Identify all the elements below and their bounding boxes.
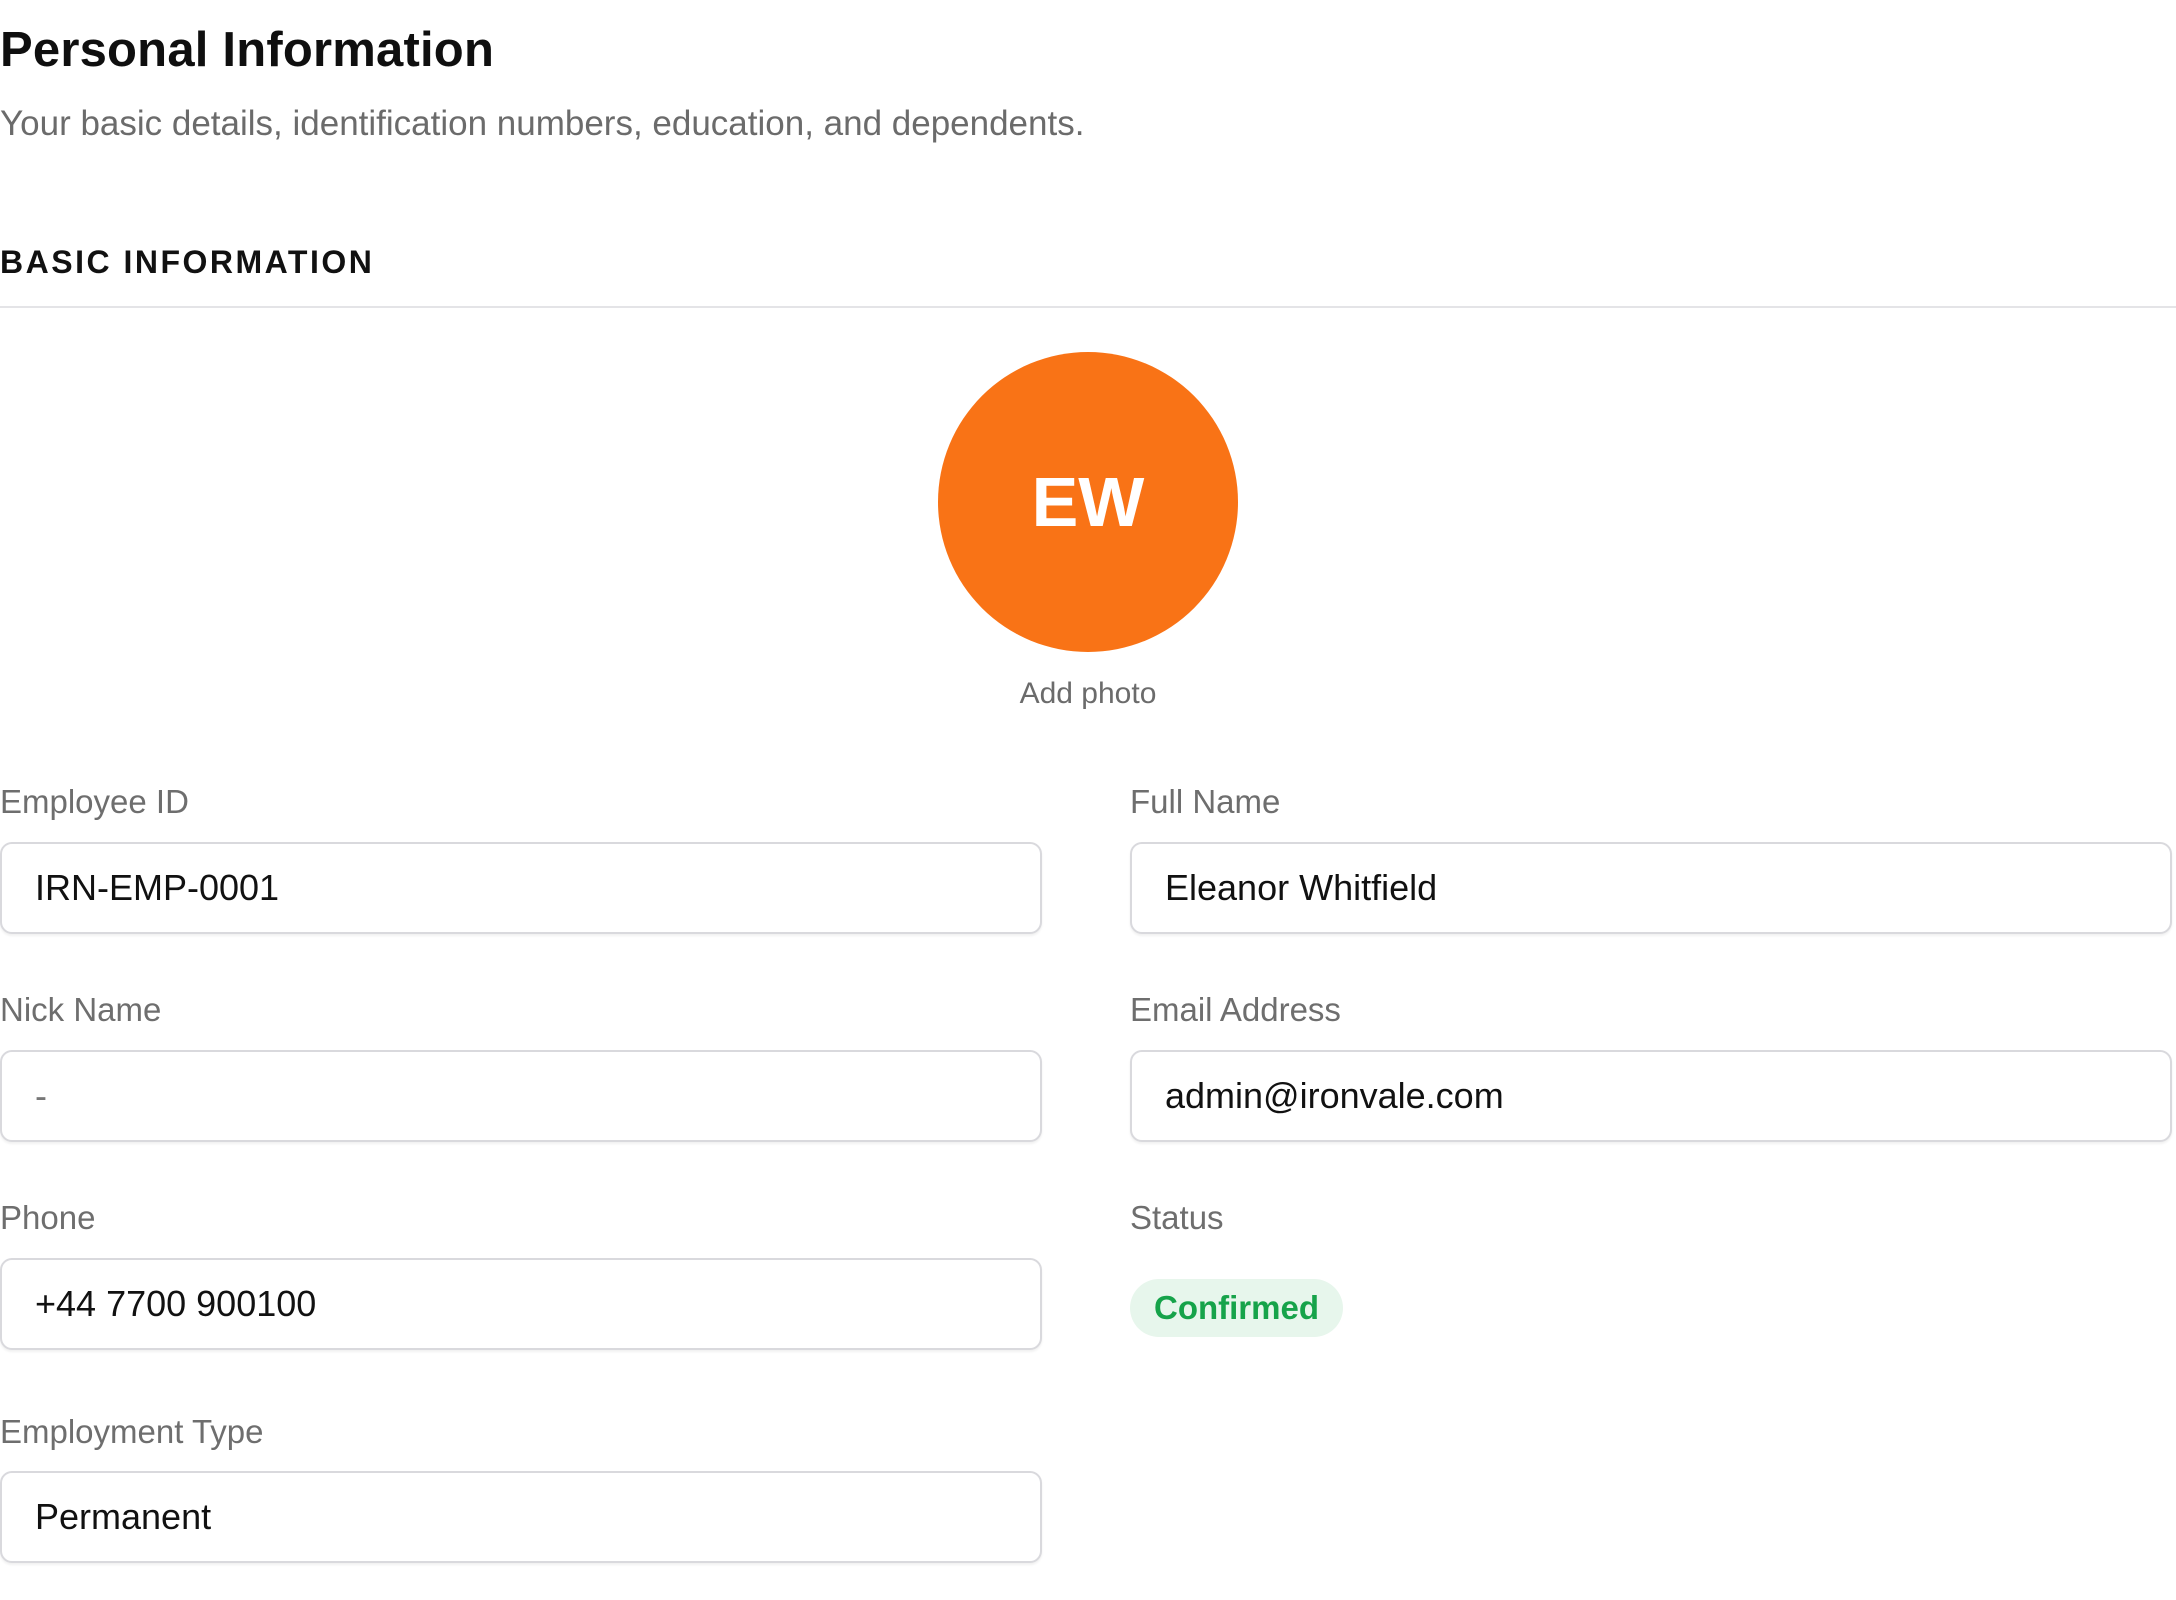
phone-field[interactable]: +44 7700 900100 (0, 1258, 1042, 1350)
nick-name-field[interactable]: - (0, 1050, 1042, 1142)
page-subtitle: Your basic details, identification numbe… (0, 104, 1085, 143)
add-photo-button[interactable]: Add photo (938, 672, 1238, 716)
nick-name-label: Nick Name (0, 991, 162, 1028)
employment-type-label: Employment Type (0, 1413, 264, 1450)
employee-id-label: Employee ID (0, 783, 189, 820)
employment-type-field[interactable]: Permanent (0, 1471, 1042, 1563)
full-name-field[interactable]: Eleanor Whitfield (1130, 842, 2172, 934)
email-address-field[interactable]: admin@ironvale.com (1130, 1050, 2172, 1142)
personal-information-page: Personal Information Your basic details,… (0, 0, 2176, 1600)
avatar[interactable]: EW (938, 352, 1238, 652)
email-address-label: Email Address (1130, 991, 1341, 1028)
full-name-label: Full Name (1130, 783, 1281, 820)
page-title: Personal Information (0, 23, 495, 77)
phone-label: Phone (0, 1199, 96, 1236)
status-badge: Confirmed (1130, 1279, 1343, 1337)
employee-id-field[interactable]: IRN-EMP-0001 (0, 842, 1042, 934)
section-title-basic-information: BASIC INFORMATION (0, 244, 375, 280)
status-label: Status (1130, 1199, 1224, 1236)
avatar-initials: EW (1031, 463, 1145, 541)
section-divider (0, 306, 2176, 308)
